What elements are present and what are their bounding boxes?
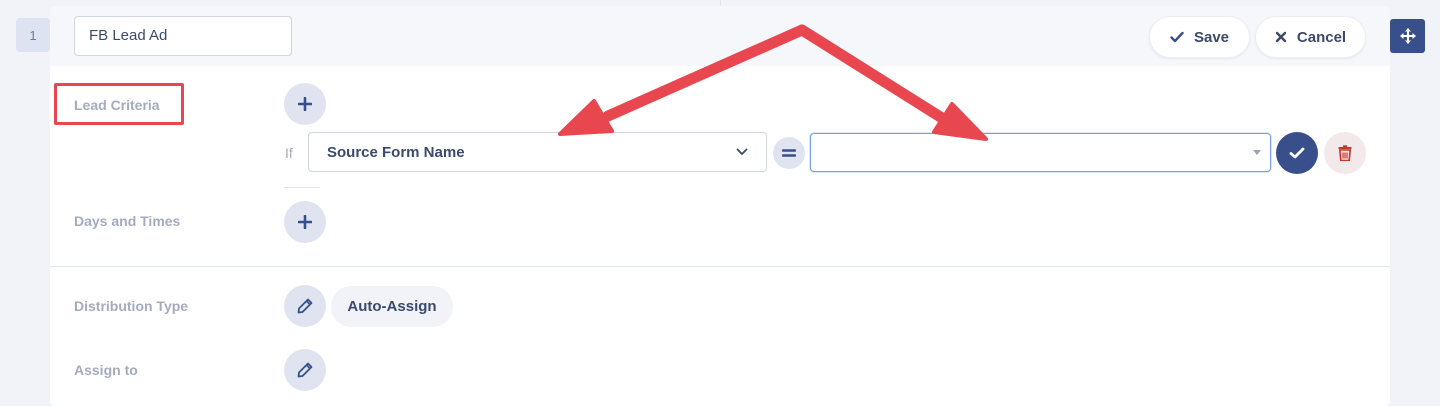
if-label: If <box>285 145 293 161</box>
annotation-highlight-box <box>54 83 184 125</box>
cancel-button[interactable]: Cancel <box>1255 16 1366 58</box>
criteria-divider <box>284 187 320 188</box>
pencil-icon <box>297 362 313 378</box>
save-label: Save <box>1193 28 1230 46</box>
save-button[interactable]: Save <box>1149 16 1250 58</box>
row-number-badge: 1 <box>16 18 50 52</box>
move-button[interactable] <box>1390 19 1425 53</box>
cancel-label: Cancel <box>1296 28 1347 46</box>
distribution-type-chip[interactable]: Auto-Assign <box>331 286 453 327</box>
rule-panel <box>50 6 1390 406</box>
caret-down-icon <box>1253 150 1261 155</box>
plus-icon <box>298 97 312 111</box>
section-divider <box>50 266 1390 267</box>
operator-button[interactable] <box>773 137 805 169</box>
plus-icon <box>298 215 312 229</box>
criteria-value-select[interactable] <box>810 133 1271 172</box>
equals-icon <box>782 149 796 157</box>
criteria-field-value: Source Form Name <box>327 143 465 161</box>
edit-distribution-button[interactable] <box>284 285 326 327</box>
add-days-times-button[interactable] <box>284 201 326 243</box>
add-criteria-button[interactable] <box>284 83 326 125</box>
check-icon <box>1289 147 1305 159</box>
delete-criteria-button[interactable] <box>1324 132 1366 174</box>
pencil-icon <box>297 298 313 314</box>
criteria-field-select[interactable]: Source Form Name <box>308 132 767 172</box>
trash-icon <box>1338 145 1352 161</box>
x-icon <box>1275 31 1287 43</box>
chevron-down-icon <box>736 148 748 155</box>
distribution-type-label: Distribution Type <box>74 298 189 314</box>
move-arrows-icon <box>1399 28 1416 44</box>
rule-name-input[interactable]: FB Lead Ad <box>74 16 292 56</box>
edit-assign-to-button[interactable] <box>284 349 326 391</box>
check-icon <box>1170 31 1184 43</box>
days-times-label: Days and Times <box>74 213 181 229</box>
confirm-criteria-button[interactable] <box>1276 132 1318 174</box>
assign-to-label: Assign to <box>74 362 138 378</box>
